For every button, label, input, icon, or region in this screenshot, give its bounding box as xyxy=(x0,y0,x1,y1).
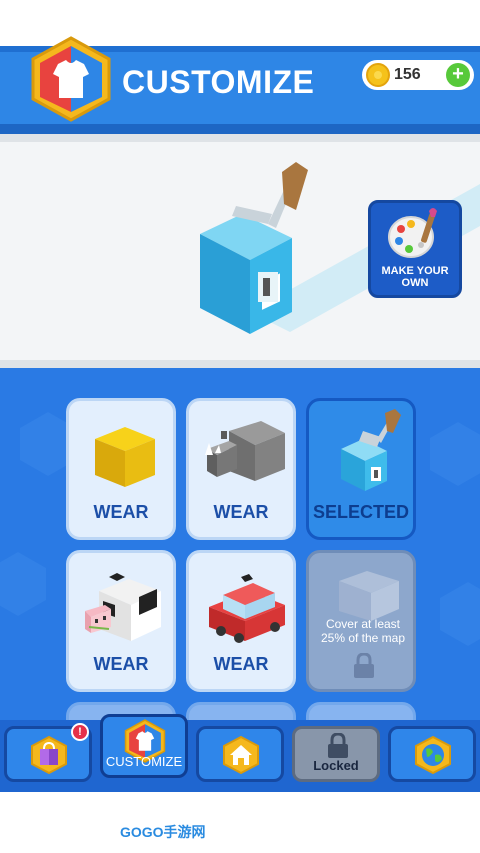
card-label: SELECTED xyxy=(312,502,409,522)
palette-brush-icon xyxy=(388,208,437,258)
card-label: WEAR xyxy=(213,502,269,522)
card-label: WEAR xyxy=(93,502,149,522)
skin-grid: WEAR WEAR SELECTED WEAR WEAR Cover at le… xyxy=(0,368,480,720)
paint-roller-cube-icon xyxy=(341,409,401,491)
lock-icon xyxy=(328,733,348,758)
skin-card-red-car[interactable]: WEAR xyxy=(186,550,296,692)
skin-card-paint-roller[interactable]: SELECTED xyxy=(306,398,416,540)
nav-customize-button[interactable]: CUSTOMIZE xyxy=(100,714,188,778)
add-coins-button[interactable]: + xyxy=(446,63,470,87)
yellow-cube-icon xyxy=(95,427,155,487)
watermark-logo: GOGO手游网 xyxy=(120,824,206,840)
player-cube-icon xyxy=(200,162,308,334)
page-title: CUSTOMIZE xyxy=(122,64,315,100)
nav-locked-button[interactable]: Locked xyxy=(292,726,380,782)
nav-home-button[interactable] xyxy=(196,726,284,782)
nav-world-button[interactable] xyxy=(388,726,476,782)
nav-customize-label: CUSTOMIZE xyxy=(105,754,183,769)
shopping-bag-icon xyxy=(31,735,67,775)
card-label: WEAR xyxy=(93,654,149,674)
bottom-navigation: ! CUSTOMIZE Locked xyxy=(0,714,480,792)
home-icon xyxy=(223,735,259,775)
skin-card-cow[interactable]: WEAR xyxy=(66,550,176,692)
footer: GOGO手游网 xyxy=(0,792,480,853)
tshirt-hexagon-icon xyxy=(31,36,111,122)
skin-card-partial xyxy=(306,702,416,720)
rhino-icon xyxy=(205,421,285,481)
red-car-icon xyxy=(209,574,285,643)
skin-card-yellow-cube[interactable]: WEAR xyxy=(66,398,176,540)
make-your-own-button[interactable]: MAKE YOUR OWN xyxy=(368,200,462,298)
top-bar-shadow xyxy=(0,124,480,134)
cow-icon xyxy=(85,573,161,641)
lock-icon xyxy=(354,653,374,678)
coin-balance: 156 + xyxy=(362,60,474,90)
globe-icon xyxy=(415,735,451,775)
notification-badge: ! xyxy=(71,723,89,741)
skin-card-locked[interactable]: Cover at least 25% of the map xyxy=(306,550,416,692)
unlock-requirement-text: Cover at least 25% of the map xyxy=(320,617,406,645)
make-your-own-label: MAKE YOUR OWN xyxy=(381,265,449,289)
coin-icon xyxy=(366,63,390,87)
skin-card-rhino[interactable]: WEAR xyxy=(186,398,296,540)
nav-locked-label: Locked xyxy=(313,758,359,773)
nav-shop-button[interactable]: ! xyxy=(4,723,92,782)
coin-count: 156 xyxy=(394,66,421,83)
skin-card-partial xyxy=(186,702,296,720)
card-label: WEAR xyxy=(213,654,269,674)
